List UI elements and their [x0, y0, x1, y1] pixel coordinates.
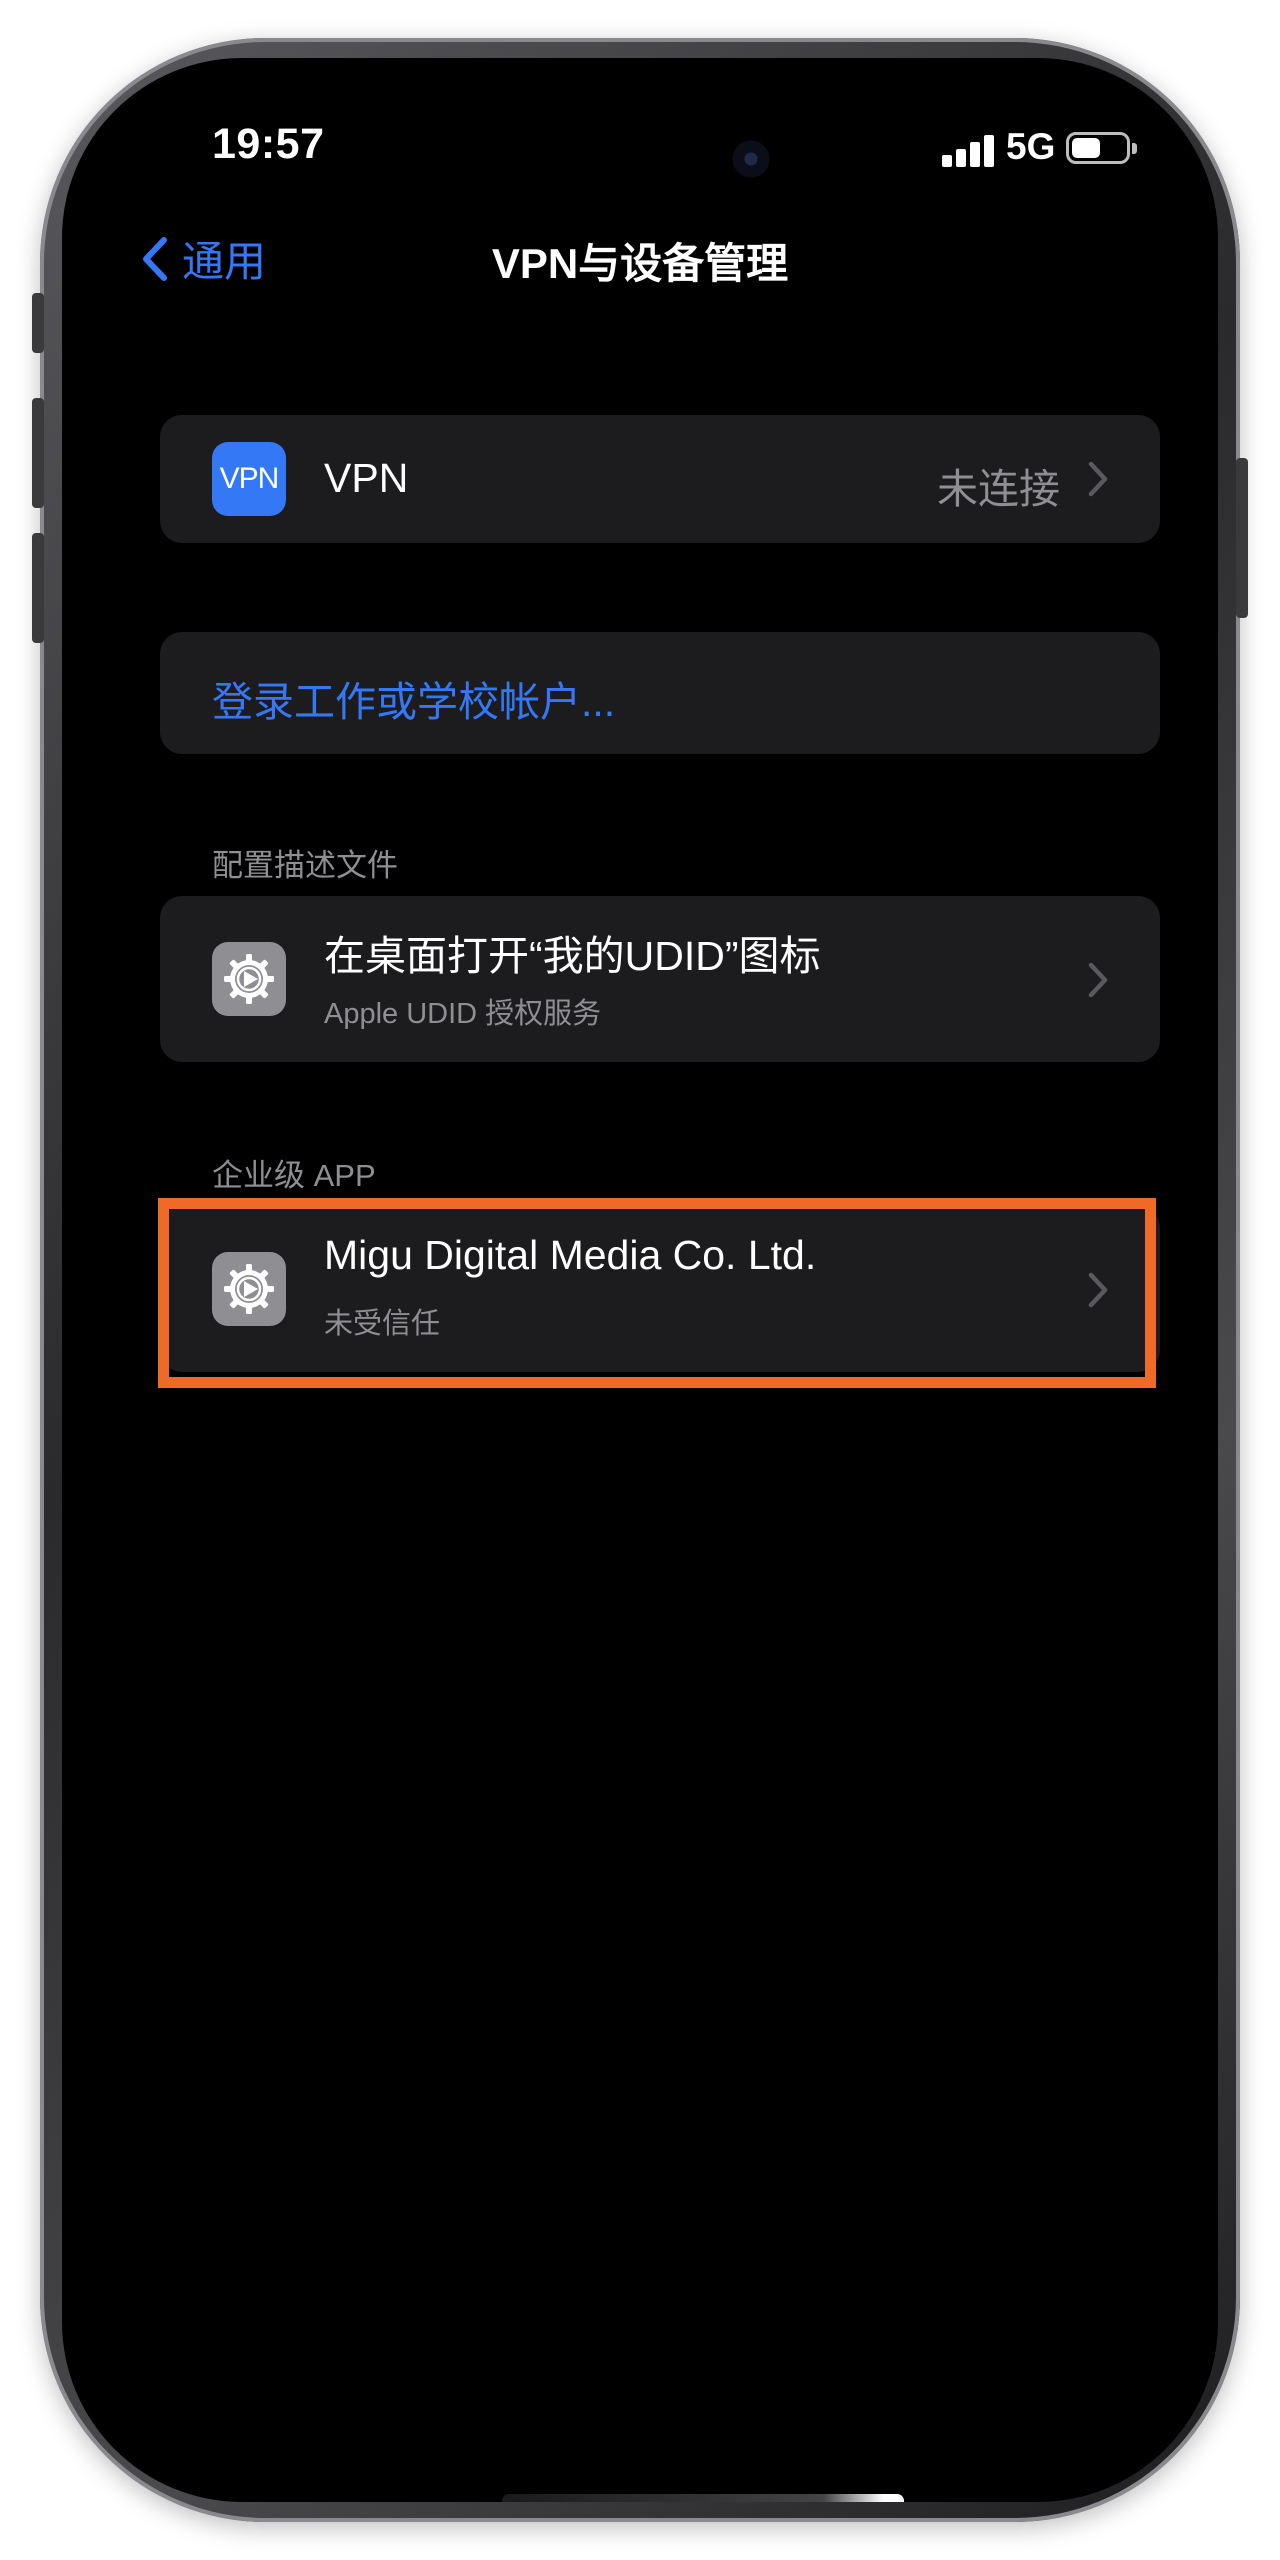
enterprise-app-subtitle: 未受信任 [324, 1308, 441, 1340]
enterprise-app-row[interactable]: Migu Digital Media Co. Ltd. 未受信任 [160, 1206, 1160, 1372]
profiles-section-header: 配置描述文件 [212, 848, 398, 883]
signin-group: 登录工作或学校帐户... [160, 632, 1160, 754]
vpn-icon: VPN [212, 442, 286, 516]
vpn-row[interactable]: VPN VPN 未连接 [160, 415, 1160, 543]
profile-row[interactable]: 在桌面打开“我的UDID”图标 Apple UDID 授权服务 [160, 896, 1160, 1062]
page-title: VPN与设备管理 [491, 240, 789, 287]
chevron-right-icon [1088, 962, 1108, 998]
enterprise-group: Migu Digital Media Co. Ltd. 未受信任 [160, 1206, 1160, 1372]
profiles-group: 在桌面打开“我的UDID”图标 Apple UDID 授权服务 [160, 896, 1160, 1062]
phone-screen: 19:57 5G 通用 VPN与设备管理 VPN VPN 未连接 登录工作或学校… [62, 58, 1218, 2502]
power-button [1236, 458, 1248, 618]
enterprise-app-title: Migu Digital Media Co. Ltd. [324, 1232, 817, 1278]
chevron-right-icon [1088, 461, 1108, 497]
vpn-status: 未连接 [937, 466, 1060, 512]
home-indicator[interactable] [502, 2494, 904, 2502]
signin-row[interactable]: 登录工作或学校帐户... [160, 632, 1160, 754]
vpn-label: VPN [324, 455, 409, 501]
settings-gear-icon [212, 942, 286, 1016]
signal-icon [942, 133, 996, 167]
profile-title: 在桌面打开“我的UDID”图标 [324, 933, 821, 979]
volume-down-button [32, 533, 44, 643]
signin-link[interactable]: 登录工作或学校帐户... [212, 668, 615, 728]
settings-gear-icon [212, 1252, 286, 1326]
network-type: 5G [1006, 126, 1056, 167]
status-time: 19:57 [212, 120, 325, 168]
silent-switch [32, 293, 44, 353]
vpn-group: VPN VPN 未连接 [160, 415, 1160, 543]
front-camera [730, 138, 772, 180]
profile-subtitle: Apple UDID 授权服务 [324, 998, 602, 1030]
enterprise-section-header: 企业级 APP [212, 1158, 376, 1193]
chevron-right-icon [1088, 1272, 1108, 1308]
volume-up-button [32, 398, 44, 508]
battery-icon [1066, 132, 1137, 164]
